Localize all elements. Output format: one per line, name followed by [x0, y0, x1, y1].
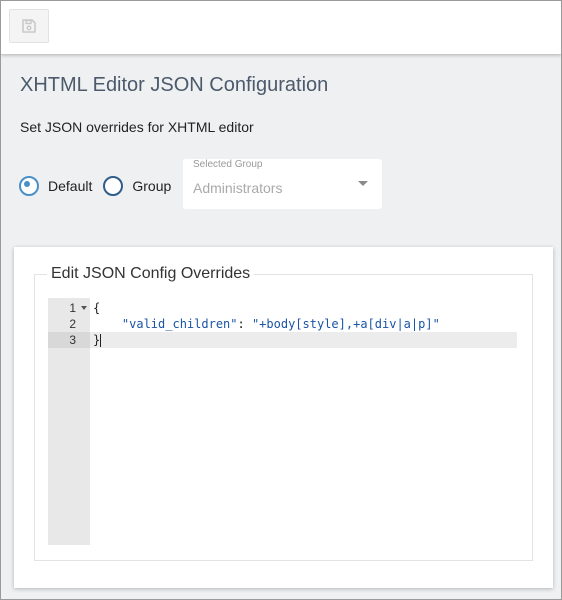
fold-toggle-icon[interactable]: [81, 306, 87, 310]
group-radio[interactable]: Group: [103, 176, 171, 196]
selected-group-label: Selected Group: [193, 159, 263, 170]
page-title: XHTML Editor JSON Configuration: [20, 74, 329, 96]
text-cursor: [100, 334, 102, 347]
save-button[interactable]: [9, 9, 49, 43]
scope-radio-group: Default Group: [19, 176, 171, 196]
closing-brace: }: [93, 333, 101, 347]
config-legend: Edit JSON Config Overrides: [51, 265, 251, 282]
code-text: "valid_children": "+body[style],+a[div|a…: [93, 316, 440, 332]
floppy-disk-icon: [22, 19, 36, 33]
selected-group-value: Administrators: [193, 180, 283, 196]
code-line-active[interactable]: 3 }: [48, 332, 517, 348]
radio-checked-icon[interactable]: [19, 176, 39, 196]
selected-group-select[interactable]: Selected Group Administrators: [183, 159, 382, 209]
json-value: "+body[style],+a[div|a|p]": [251, 317, 440, 331]
radio-unchecked-icon[interactable]: [103, 176, 124, 196]
page-subtitle: Set JSON overrides for XHTML editor: [20, 119, 254, 135]
chevron-down-icon: [358, 181, 368, 186]
json-config-window: XHTML Editor JSON Configuration Set JSON…: [0, 0, 562, 600]
default-radio[interactable]: Default: [19, 176, 92, 196]
json-code-editor[interactable]: 1 { 2 "valid_children": "+body[style],+a…: [48, 298, 517, 545]
code-text: {: [93, 301, 101, 315]
toolbar: [1, 1, 561, 55]
config-card: Edit JSON Config Overrides 1 { 2 "valid_…: [14, 247, 553, 588]
json-key: "valid_children": [121, 317, 238, 331]
code-line[interactable]: 1 {: [48, 300, 517, 316]
default-radio-label: Default: [48, 178, 93, 194]
code-text: }: [93, 332, 102, 348]
line-number: 2: [69, 317, 76, 331]
line-number: 3: [48, 332, 90, 348]
json-separator: :: [237, 317, 252, 331]
code-line[interactable]: 2 "valid_children": "+body[style],+a[div…: [48, 316, 517, 332]
group-radio-label: Group: [132, 178, 172, 194]
